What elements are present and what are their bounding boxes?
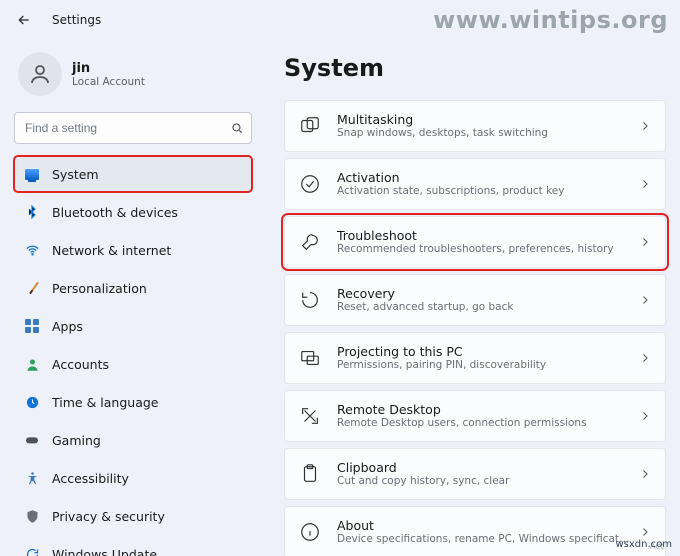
troubleshoot-icon bbox=[299, 231, 321, 253]
person-icon bbox=[24, 356, 40, 372]
sidebar-item-update[interactable]: Windows Update bbox=[14, 536, 252, 556]
chevron-right-icon bbox=[639, 120, 651, 132]
sidebar-item-system[interactable]: System bbox=[14, 156, 252, 192]
search-icon bbox=[230, 121, 244, 135]
sidebar-item-network[interactable]: Network & internet bbox=[14, 232, 252, 268]
remote-desktop-icon bbox=[299, 405, 321, 427]
chevron-right-icon bbox=[639, 468, 651, 480]
projecting-icon bbox=[299, 347, 321, 369]
card-title: Recovery bbox=[337, 286, 631, 302]
shield-icon bbox=[24, 508, 40, 524]
update-icon bbox=[24, 546, 40, 556]
clipboard-icon bbox=[299, 463, 321, 485]
card-title: Projecting to this PC bbox=[337, 344, 631, 360]
card-clipboard[interactable]: ClipboardCut and copy history, sync, cle… bbox=[284, 448, 666, 500]
activation-icon bbox=[299, 173, 321, 195]
sidebar-item-gaming[interactable]: Gaming bbox=[14, 422, 252, 458]
about-icon bbox=[299, 521, 321, 543]
wifi-icon bbox=[24, 242, 40, 258]
sidebar-item-label: Privacy & security bbox=[52, 509, 165, 524]
sidebar-item-time[interactable]: Time & language bbox=[14, 384, 252, 420]
sidebar-item-accounts[interactable]: Accounts bbox=[14, 346, 252, 382]
avatar bbox=[18, 52, 62, 96]
app-title: Settings bbox=[52, 13, 101, 27]
card-remote-desktop[interactable]: Remote DesktopRemote Desktop users, conn… bbox=[284, 390, 666, 442]
card-sub: Snap windows, desktops, task switching bbox=[337, 127, 631, 140]
sidebar-item-label: Time & language bbox=[52, 395, 158, 410]
sidebar-item-personalization[interactable]: Personalization bbox=[14, 270, 252, 306]
nav: System Bluetooth & devices Network & int… bbox=[14, 156, 252, 556]
card-sub: Permissions, pairing PIN, discoverabilit… bbox=[337, 359, 631, 372]
card-title: Multitasking bbox=[337, 112, 631, 128]
account-sub: Local Account bbox=[72, 76, 145, 88]
sidebar-item-label: Apps bbox=[52, 319, 83, 334]
chevron-right-icon bbox=[639, 410, 651, 422]
sidebar-item-label: Gaming bbox=[52, 433, 101, 448]
settings-list: MultitaskingSnap windows, desktops, task… bbox=[284, 100, 666, 556]
clock-icon bbox=[24, 394, 40, 410]
card-troubleshoot[interactable]: TroubleshootRecommended troubleshooters,… bbox=[284, 216, 666, 268]
card-title: Activation bbox=[337, 170, 631, 186]
chevron-right-icon bbox=[639, 526, 651, 538]
sidebar-item-bluetooth[interactable]: Bluetooth & devices bbox=[14, 194, 252, 230]
sidebar-item-label: Accounts bbox=[52, 357, 109, 372]
card-sub: Activation state, subscriptions, product… bbox=[337, 185, 631, 198]
main-panel: System MultitaskingSnap windows, desktop… bbox=[264, 40, 680, 556]
chevron-right-icon bbox=[639, 236, 651, 248]
card-multitasking[interactable]: MultitaskingSnap windows, desktops, task… bbox=[284, 100, 666, 152]
accessibility-icon bbox=[24, 470, 40, 486]
bluetooth-icon bbox=[24, 204, 40, 220]
search-input[interactable] bbox=[14, 112, 252, 144]
card-about[interactable]: AboutDevice specifications, rename PC, W… bbox=[284, 506, 666, 556]
card-sub: Remote Desktop users, connection permiss… bbox=[337, 417, 631, 430]
chevron-right-icon bbox=[639, 178, 651, 190]
card-recovery[interactable]: RecoveryReset, advanced startup, go back bbox=[284, 274, 666, 326]
sidebar-item-label: Personalization bbox=[52, 281, 147, 296]
recovery-icon bbox=[299, 289, 321, 311]
sidebar-item-privacy[interactable]: Privacy & security bbox=[14, 498, 252, 534]
card-sub: Reset, advanced startup, go back bbox=[337, 301, 631, 314]
account-block[interactable]: jin Local Account bbox=[14, 46, 252, 112]
search-wrap bbox=[14, 112, 252, 144]
card-sub: Recommended troubleshooters, preferences… bbox=[337, 243, 631, 256]
chevron-right-icon bbox=[639, 294, 651, 306]
page-title: System bbox=[284, 54, 666, 82]
sidebar-item-accessibility[interactable]: Accessibility bbox=[14, 460, 252, 496]
sidebar-item-label: Accessibility bbox=[52, 471, 129, 486]
display-icon bbox=[24, 166, 40, 182]
sidebar-item-label: Bluetooth & devices bbox=[52, 205, 178, 220]
sidebar-item-label: System bbox=[52, 167, 99, 182]
chevron-right-icon bbox=[639, 352, 651, 364]
card-title: About bbox=[337, 518, 631, 534]
multitasking-icon bbox=[299, 115, 321, 137]
card-title: Remote Desktop bbox=[337, 402, 631, 418]
paintbrush-icon bbox=[24, 280, 40, 296]
card-activation[interactable]: ActivationActivation state, subscription… bbox=[284, 158, 666, 210]
apps-icon bbox=[24, 318, 40, 334]
card-title: Troubleshoot bbox=[337, 228, 631, 244]
card-sub: Cut and copy history, sync, clear bbox=[337, 475, 631, 488]
back-button[interactable] bbox=[14, 10, 34, 30]
sidebar-item-label: Windows Update bbox=[52, 547, 157, 556]
sidebar-item-apps[interactable]: Apps bbox=[14, 308, 252, 344]
account-name: jin bbox=[72, 61, 145, 76]
card-title: Clipboard bbox=[337, 460, 631, 476]
gamepad-icon bbox=[24, 432, 40, 448]
title-bar: Settings bbox=[0, 0, 680, 40]
card-projecting[interactable]: Projecting to this PCPermissions, pairin… bbox=[284, 332, 666, 384]
sidebar-item-label: Network & internet bbox=[52, 243, 171, 258]
sidebar: jin Local Account System Bluetooth & dev… bbox=[0, 40, 264, 556]
card-sub: Device specifications, rename PC, Window… bbox=[337, 533, 631, 546]
